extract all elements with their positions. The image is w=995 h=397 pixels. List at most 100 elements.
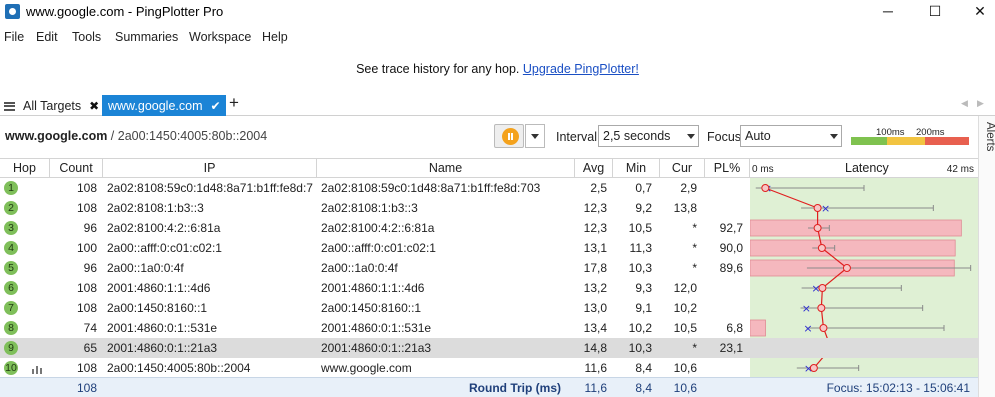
col-cur[interactable]: Cur [660, 159, 705, 178]
cell-avg: 17,8 [583, 261, 607, 275]
hop-number: 2 [4, 201, 18, 215]
cell-pl: 23,1 [719, 341, 743, 355]
table-row[interactable]: 10 108 2a00:1450:4005:80b::2004 www.google.… [0, 358, 978, 378]
interval-value: 2,5 seconds [603, 129, 671, 143]
cell-count: 96 [83, 221, 97, 235]
upgrade-link[interactable]: Upgrade PingPlotter! [523, 62, 639, 76]
cell-count: 108 [76, 181, 97, 195]
cell-min: 9,3 [635, 281, 652, 295]
scroll-right-icon[interactable]: ▶ [977, 98, 984, 109]
pause-button[interactable] [494, 124, 524, 148]
cell-count: 108 [76, 301, 97, 315]
cell-count: 65 [83, 341, 97, 355]
upgrade-banner: See trace history for any hop. Upgrade P… [0, 62, 995, 76]
hop-number: 5 [4, 261, 18, 275]
cell-name: 2a02:8108:59c0:1d48:8a71:b1ff:fe8d:703 [321, 181, 541, 195]
latency-min-label: 0 ms [752, 164, 774, 175]
cell-ip: 2a00:1450:4005:80b::2004 [107, 361, 251, 375]
close-tab-icon[interactable]: ✖ [89, 99, 99, 113]
cell-count: 96 [83, 261, 97, 275]
table-row[interactable]: 8 74 2001:4860:0:1::531e 2001:4860:0:1::531… [0, 318, 978, 338]
menu-summaries[interactable]: Summaries [115, 30, 178, 44]
cell-avg: 13,4 [583, 321, 607, 335]
menu-file[interactable]: File [4, 30, 24, 44]
latency-color-legend [851, 137, 969, 145]
interval-select[interactable]: 2,5 seconds [598, 125, 699, 147]
cell-min: 9,1 [635, 301, 652, 315]
cell-avg: 13,0 [583, 301, 607, 315]
cell-min: 10,3 [628, 261, 652, 275]
col-latency[interactable]: 0 ms Latency 42 ms [750, 159, 978, 178]
interval-label: Interval [556, 130, 597, 144]
col-ip[interactable]: IP [103, 159, 317, 178]
hop-number: 7 [4, 301, 18, 315]
cell-avg: 11,6 [584, 361, 607, 375]
menu-tools[interactable]: Tools [72, 30, 101, 44]
tab-all-targets-label: All Targets [23, 99, 82, 113]
table-row[interactable]: 3 96 2a02:8100:4:2::6:81a 2a02:8100:4:2::6:… [0, 218, 978, 238]
hop-number: 4 [4, 241, 18, 255]
table-row[interactable]: 4 100 2a00::afff:0:c01:c02:1 2a00::afff:0:c… [0, 238, 978, 258]
menu-edit[interactable]: Edit [36, 30, 58, 44]
cell-ip: 2a02:8108:59c0:1d48:8a71:b1ff:fe8d:703 [107, 181, 313, 195]
tab-all-targets[interactable]: All Targets ✖ [4, 96, 99, 116]
menu-workspace[interactable]: Workspace [189, 30, 251, 44]
focus-value: Auto [745, 129, 771, 143]
path-separator: / [107, 129, 118, 143]
target-toolbar: www.google.com / 2a00:1450:4005:80b::200… [0, 123, 978, 151]
close-window-button[interactable]: ✕ [958, 0, 995, 22]
focus-label: Focus [707, 130, 742, 144]
cell-count: 108 [76, 201, 97, 215]
cell-cur: 13,8 [673, 201, 697, 215]
cell-ip: 2a02:8108:1:b3::3 [107, 201, 204, 215]
table-row[interactable]: 2 108 2a02:8108:1:b3::3 2a02:8108:1:b3::3 12… [0, 198, 978, 218]
cell-pl: 6,8 [726, 321, 743, 335]
window-title: www.google.com - PingPlotter Pro [26, 4, 224, 19]
cell-name: 2001:4860:1:1::4d6 [321, 281, 425, 295]
alerts-panel-tab[interactable]: Alerts [978, 116, 995, 397]
cell-avg: 13,2 [583, 281, 607, 295]
bar-chart-icon[interactable] [32, 364, 44, 374]
chevron-down-icon [830, 134, 838, 139]
hop-number: 1 [4, 181, 18, 195]
hop-number: 8 [4, 321, 18, 335]
col-avg[interactable]: Avg [575, 159, 613, 178]
title-bar: www.google.com - PingPlotter Pro ─ ☐ ✕ [0, 0, 995, 24]
cell-avg: 2,5 [590, 181, 607, 195]
cell-name: www.google.com [321, 361, 412, 375]
col-pl[interactable]: PL% [705, 159, 750, 178]
table-row[interactable]: 6 108 2001:4860:1:1::4d6 2001:4860:1:1::4d6… [0, 278, 978, 298]
footer-cur: 10,6 [673, 381, 697, 395]
cell-ip: 2001:4860:1:1::4d6 [107, 281, 211, 295]
tab-bar: All Targets ✖ www.google.com ✔ + ◀ ▶ [0, 93, 995, 116]
cell-min: 10,5 [628, 221, 652, 235]
table-row[interactable]: 9 65 2001:4860:0:1::21a3 2001:4860:0:1::21a… [0, 338, 978, 358]
cell-pl [705, 358, 743, 378]
table-row[interactable]: 1 108 2a02:8108:59c0:1d48:8a71:b1ff:fe8d:7… [0, 178, 978, 198]
tab-google[interactable]: www.google.com ✔ [102, 95, 226, 116]
cell-ip: 2001:4860:0:1::531e [107, 321, 218, 335]
chevron-down-icon [687, 134, 695, 139]
focus-select[interactable]: Auto [740, 125, 842, 147]
table-row[interactable]: 7 108 2a00:1450:8160::1 2a00:1450:8160::1 13… [0, 298, 978, 318]
add-tab-button[interactable]: + [229, 93, 239, 113]
pause-icon [502, 128, 519, 145]
cell-pl [705, 278, 743, 298]
col-name[interactable]: Name [317, 159, 575, 178]
col-hop[interactable]: Hop [0, 159, 50, 178]
cell-name: 2001:4860:0:1::531e [321, 321, 432, 335]
pause-dropdown-button[interactable] [525, 124, 545, 148]
col-min[interactable]: Min [613, 159, 660, 178]
cell-pl [705, 178, 743, 198]
scroll-left-icon[interactable]: ◀ [961, 98, 968, 109]
menu-help[interactable]: Help [262, 30, 288, 44]
cell-cur: 10,5 [673, 321, 697, 335]
cell-min: 8,4 [635, 361, 652, 375]
table-row[interactable]: 5 96 2a00::1a0:0:4f 2a00::1a0:0:4f 17,8 10,3 *… [0, 258, 978, 278]
col-count[interactable]: Count [50, 159, 103, 178]
cell-cur: * [692, 221, 697, 235]
maximize-button[interactable]: ☐ [913, 0, 957, 22]
cell-pl [705, 298, 743, 318]
minimize-button[interactable]: ─ [866, 0, 910, 22]
cell-pl: 89,6 [719, 261, 743, 275]
